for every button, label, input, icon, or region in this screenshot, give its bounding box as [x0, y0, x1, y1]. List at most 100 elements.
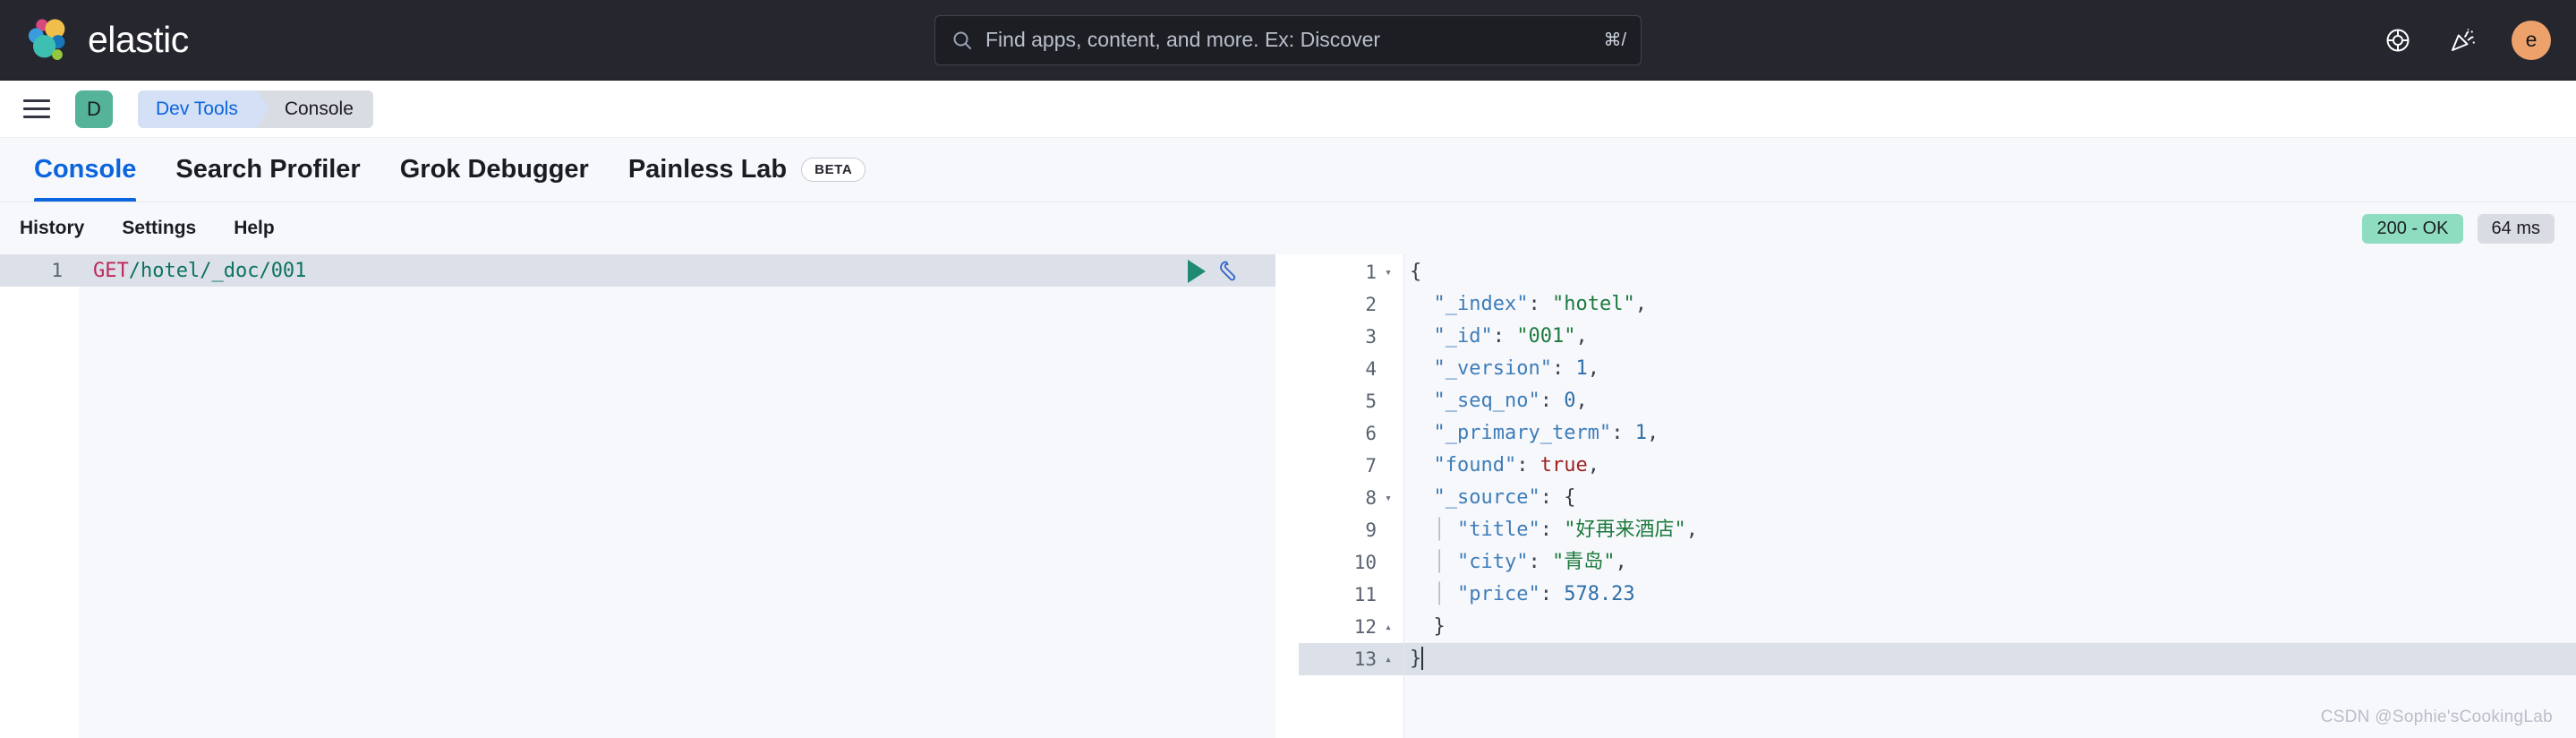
request-editor-panel[interactable]: 1 GET/hotel/_doc/001	[0, 254, 1275, 738]
code-token: "好再来酒店"	[1564, 519, 1686, 541]
tab-grok-debugger[interactable]: Grok Debugger	[380, 137, 609, 202]
breadcrumb-bar: D Dev Tools Console	[0, 81, 2576, 138]
wrench-menu-button[interactable]	[1218, 260, 1241, 283]
code-token: :	[1611, 422, 1635, 444]
code-token: ,	[1646, 422, 1659, 444]
global-search-wrapper: ⌘/	[934, 14, 1642, 65]
code-fold-toggle-icon[interactable]: ▾	[1382, 493, 1395, 504]
response-code-line[interactable]: │ "city": "青岛",	[1404, 546, 2576, 579]
elastic-logo-icon	[28, 18, 65, 60]
breadcrumb-item-console: Console	[257, 90, 373, 128]
header-actions: e	[2383, 20, 2551, 60]
response-line-number: 9	[1365, 519, 1377, 541]
news-feed-button[interactable]	[2447, 25, 2478, 56]
response-line-number: 3	[1365, 326, 1377, 348]
request-line-1[interactable]: GET/hotel/_doc/001	[79, 254, 1275, 287]
response-gutter: 1 ▾ 2 3 4 5 6 7 8 ▾ 9 10 11 12 ▴ 13 ▴	[1299, 254, 1404, 738]
response-line-number: 7	[1365, 455, 1377, 476]
code-token: {	[1564, 486, 1576, 509]
help-menu-button[interactable]	[2383, 25, 2413, 56]
response-code-area[interactable]: { "_index": "hotel", "_id": "001", "_ver…	[1404, 254, 2576, 738]
code-token: "title"	[1456, 519, 1540, 541]
brand-block[interactable]: elastic	[0, 16, 189, 64]
user-avatar[interactable]: e	[2512, 20, 2551, 60]
indent-guide: │	[1410, 551, 1457, 573]
code-token: {	[1410, 261, 1422, 283]
response-line-number: 4	[1365, 358, 1377, 380]
code-token: "hotel"	[1551, 293, 1635, 315]
search-input[interactable]	[985, 28, 1591, 52]
history-button[interactable]: History	[20, 218, 84, 239]
tab-painless-lab-label: Painless Lab	[627, 154, 788, 184]
space-avatar[interactable]: D	[75, 90, 113, 128]
request-code-area[interactable]: GET/hotel/_doc/001	[79, 254, 1275, 738]
code-token: true	[1540, 454, 1588, 476]
code-fold-toggle-icon[interactable]: ▴	[1382, 654, 1395, 665]
code-fold-toggle-icon[interactable]: ▴	[1382, 622, 1395, 633]
response-line-number: 10	[1353, 552, 1377, 573]
response-line-number: 6	[1365, 423, 1377, 444]
response-code-line[interactable]: }	[1404, 611, 2576, 643]
console-body: 1 GET/hotel/_doc/001 1 ▾ 2 3 4 5 6 7 8 ▾ 9 10 11 12 ▴ 1…	[0, 254, 2576, 738]
search-icon	[953, 31, 971, 49]
response-code-line[interactable]: }	[1404, 643, 2576, 675]
hamburger-menu-icon[interactable]	[20, 92, 54, 126]
code-token: ,	[1615, 551, 1627, 573]
tab-painless-lab[interactable]: Painless Lab BETA	[609, 137, 885, 202]
text-cursor	[1421, 647, 1424, 670]
response-panel[interactable]: 1 ▾ 2 3 4 5 6 7 8 ▾ 9 10 11 12 ▴ 13 ▴ { "_index": "hotel…	[1299, 254, 2576, 738]
code-token: ,	[1587, 357, 1599, 380]
response-line-number: 13 ▴	[1299, 643, 1403, 675]
response-code-line[interactable]: "found": true,	[1404, 450, 2576, 482]
response-code-line[interactable]: {	[1404, 256, 2576, 288]
response-code-line[interactable]: "_primary_term": 1,	[1404, 417, 2576, 450]
response-line-number: 5	[1365, 390, 1377, 412]
breadcrumb-item-dev-tools[interactable]: Dev Tools	[138, 90, 269, 128]
code-fold-toggle-icon[interactable]: ▾	[1382, 267, 1395, 279]
request-path: /hotel/_doc/001	[128, 259, 307, 282]
global-header: elastic ⌘/	[0, 0, 2576, 81]
code-token: 1	[1575, 357, 1588, 380]
code-token: :	[1528, 293, 1552, 315]
search-shortcut-hint: ⌘/	[1603, 30, 1626, 50]
response-code-line[interactable]: "_id": "001",	[1404, 321, 2576, 353]
code-token: ,	[1587, 454, 1599, 476]
response-code-line[interactable]: "_source": {	[1404, 482, 2576, 514]
code-token: "_version"	[1433, 357, 1552, 380]
response-code-line[interactable]: "_seq_no": 0,	[1404, 385, 2576, 417]
code-token: }	[1410, 648, 1422, 670]
panel-divider[interactable]	[1275, 254, 1299, 738]
code-token: :	[1528, 551, 1552, 573]
tab-grok-debugger-label: Grok Debugger	[399, 154, 589, 184]
tab-search-profiler[interactable]: Search Profiler	[156, 137, 380, 202]
breadcrumb: Dev Tools Console	[138, 90, 373, 128]
response-code-line[interactable]: "_version": 1,	[1404, 353, 2576, 385]
response-line-number: 12 ▴	[1299, 611, 1403, 643]
play-send-icon[interactable]	[1188, 260, 1206, 283]
tab-console-label: Console	[34, 154, 137, 184]
response-code-line[interactable]: "_index": "hotel",	[1404, 288, 2576, 321]
global-search-bar[interactable]: ⌘/	[934, 14, 1642, 65]
code-token: :	[1551, 357, 1576, 380]
code-token: ,	[1575, 390, 1588, 412]
response-code-line[interactable]: │ "price": 578.23	[1404, 579, 2576, 611]
indent-guide: │	[1410, 583, 1457, 605]
code-token: "found"	[1433, 454, 1517, 476]
settings-button[interactable]: Settings	[122, 218, 196, 239]
request-line-number: 1	[0, 254, 79, 287]
response-line-number: 1 ▾	[1299, 256, 1403, 288]
wrench-icon	[1220, 261, 1236, 281]
response-code-line[interactable]: │ "title": "好再来酒店",	[1404, 514, 2576, 546]
breadcrumb-console-label: Console	[284, 98, 354, 119]
tab-console[interactable]: Console	[14, 137, 156, 202]
code-token: "_source"	[1433, 486, 1540, 509]
code-token: 1	[1634, 422, 1647, 444]
code-token: "price"	[1456, 583, 1540, 605]
code-token: :	[1540, 486, 1565, 509]
help-button[interactable]: Help	[234, 218, 275, 239]
